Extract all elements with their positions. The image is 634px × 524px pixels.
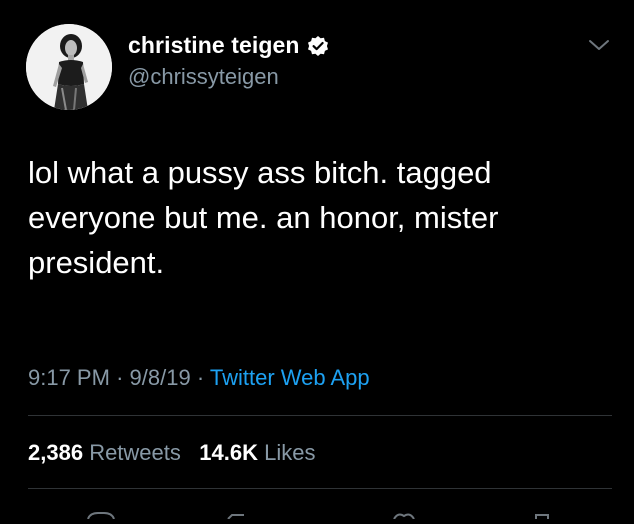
retweets-label: Retweets [89, 440, 181, 465]
like-icon[interactable] [393, 513, 415, 520]
author-name-row[interactable]: christine teigen [128, 32, 329, 59]
share-icon[interactable] [535, 514, 549, 519]
avatar[interactable] [26, 24, 112, 110]
tweet-text-line: lol what a pussy ass bitch. tagged [28, 155, 492, 190]
likes-label: Likes [264, 440, 316, 465]
tweet-metadata: 9:17 PM · 9/8/19 · Twitter Web App [28, 365, 370, 391]
divider [28, 415, 612, 416]
retweets-count: 2,386 [28, 440, 84, 465]
likes-stat[interactable]: 14.6K Likes [199, 440, 315, 465]
verified-badge-icon [307, 35, 329, 57]
chevron-down-icon[interactable] [588, 38, 610, 52]
action-bar [0, 506, 634, 520]
avatar-photo [26, 24, 112, 110]
tweet-card: christine teigen @chrissyteigen lol what… [0, 0, 634, 520]
tweet-time[interactable]: 9:17 PM [28, 365, 110, 390]
engagement-stats: 2,386 Retweets 14.6K Likes [28, 440, 315, 466]
retweet-icon[interactable] [227, 514, 244, 520]
meta-separator: · [116, 365, 124, 390]
display-name[interactable]: christine teigen [128, 32, 300, 59]
tweet-text-line: president. [28, 245, 165, 280]
retweets-stat[interactable]: 2,386 Retweets [28, 440, 181, 465]
tweet-date[interactable]: 9/8/19 [130, 365, 191, 390]
tweet-source-link[interactable]: Twitter Web App [210, 365, 370, 390]
tweet-text-line: everyone but me. an honor, mister [28, 200, 499, 235]
likes-count: 14.6K [199, 440, 258, 465]
tweet-text: lol what a pussy ass bitch. tagged every… [28, 150, 608, 285]
user-handle[interactable]: @chrissyteigen [128, 64, 279, 90]
divider [28, 488, 612, 489]
meta-separator: · [196, 365, 205, 390]
